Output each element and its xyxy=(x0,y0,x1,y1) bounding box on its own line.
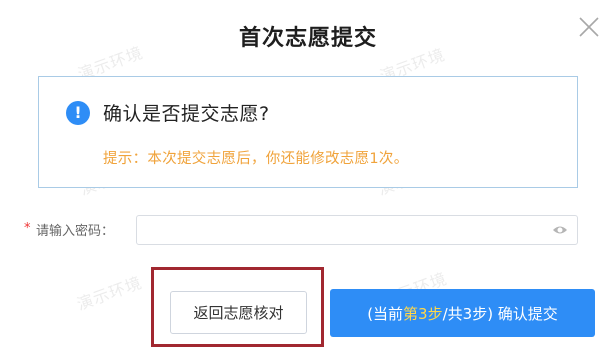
password-input[interactable] xyxy=(136,215,578,245)
notice-tip: 提示：本次提交志愿后，你还能修改志愿1次。 xyxy=(103,151,409,167)
confirm-submit-button[interactable]: (当前 第3步/共3步) 确认提交 xyxy=(330,289,595,337)
close-icon xyxy=(579,17,599,37)
dialog-title: 首次志愿提交 xyxy=(238,26,377,51)
password-label: 请输入密码： xyxy=(36,224,115,239)
confirm-step-suffix: /共3步) 确认提交 xyxy=(442,304,558,323)
confirm-step-prefix: (当前 xyxy=(367,304,404,323)
info-icon: ! xyxy=(66,101,90,125)
submit-dialog: 演示环境 演示环境 演示环境 演示环境 演示环境 演示环境 首次志愿提交 ! 确… xyxy=(0,0,616,349)
confirm-step-current: 第3步 xyxy=(403,304,443,323)
close-button[interactable] xyxy=(576,14,602,40)
back-to-review-button[interactable]: 返回志愿核对 xyxy=(170,291,307,334)
confirm-notice-box: ! 确认是否提交志愿? 提示：本次提交志愿后，你还能修改志愿1次。 xyxy=(38,76,578,188)
password-row: * 请输入密码： xyxy=(24,215,584,245)
required-mark: * xyxy=(24,221,31,236)
watermark: 演示环境 xyxy=(74,272,145,314)
confirm-question: 确认是否提交志愿? xyxy=(103,103,270,125)
eye-icon[interactable] xyxy=(552,223,568,237)
